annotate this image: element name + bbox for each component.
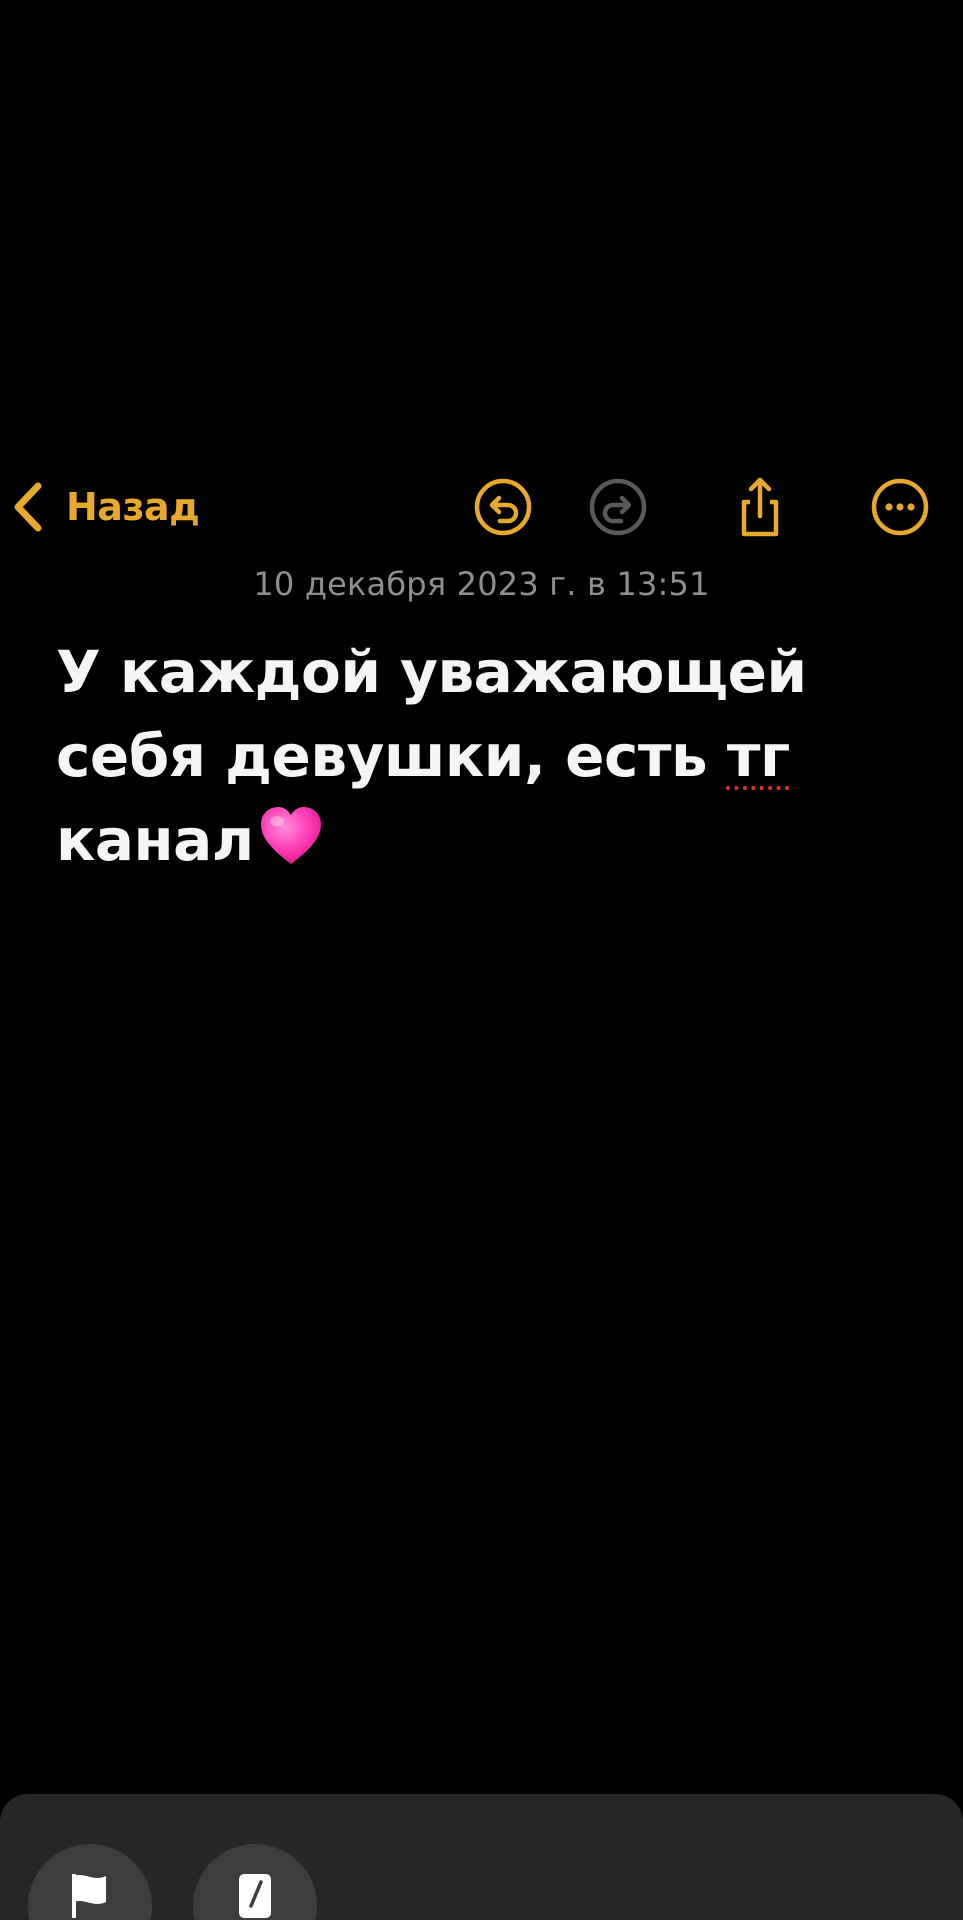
bottom-sheet bbox=[0, 1794, 963, 1920]
note-line-1: У каждой уважающей bbox=[56, 638, 807, 706]
back-button[interactable]: Назад bbox=[10, 476, 200, 538]
ellipsis-circle-icon[interactable] bbox=[869, 476, 931, 538]
spellcheck-word: тг bbox=[726, 722, 790, 790]
share-icon[interactable] bbox=[729, 476, 791, 538]
navigation-bar: Назад bbox=[0, 462, 963, 552]
note-line-3: канал bbox=[56, 798, 936, 882]
edit-button[interactable] bbox=[193, 1844, 317, 1920]
note-timestamp: 10 декабря 2023 г. в 13:51 bbox=[253, 565, 710, 603]
note-line-2: себя девушки, есть тг bbox=[56, 714, 936, 798]
pink-heart-icon bbox=[260, 807, 321, 864]
pencil-icon bbox=[239, 1874, 271, 1918]
flag-button[interactable] bbox=[28, 1844, 152, 1920]
flag-icon bbox=[72, 1874, 106, 1918]
note-line-2-text: себя девушки, есть bbox=[56, 722, 727, 790]
back-button-label: Назад bbox=[66, 485, 200, 529]
undo-icon[interactable] bbox=[472, 476, 534, 538]
chevron-left-icon bbox=[14, 482, 42, 532]
note-body[interactable]: У каждой уважающей себя девушки, есть тг… bbox=[56, 630, 936, 882]
redo-icon[interactable] bbox=[587, 476, 649, 538]
note-line-3-text: канал bbox=[56, 806, 254, 874]
